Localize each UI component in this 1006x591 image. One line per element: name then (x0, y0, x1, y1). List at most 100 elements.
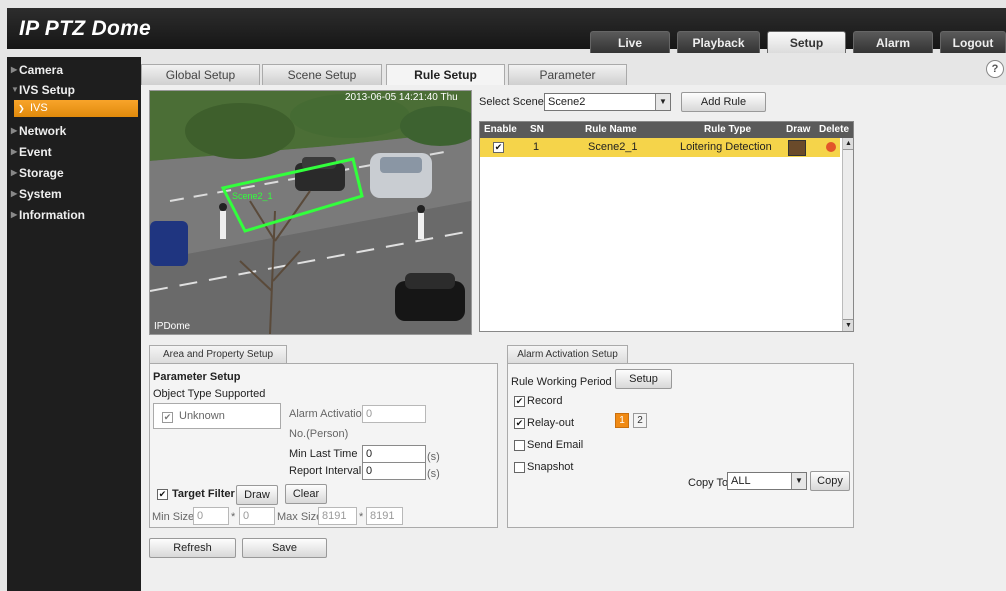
app-title: IP PTZ Dome (19, 17, 152, 40)
col-rule-type: Rule Type (704, 124, 752, 135)
sidebar-item-label: Storage (19, 166, 64, 180)
caret-right-icon: ▶ (11, 210, 18, 219)
save-button[interactable]: Save (242, 538, 327, 558)
max-size-height-input[interactable]: 8191 (366, 507, 403, 525)
max-size-width-input[interactable]: 8191 (318, 507, 357, 525)
camera-scene-image (150, 91, 471, 334)
parameter-setup-title: Parameter Setup (153, 371, 241, 383)
rules-table-header: Enable SN Rule Name Rule Type Draw Delet… (480, 122, 853, 138)
table-scrollbar[interactable]: ▲ ▼ (842, 138, 853, 331)
sidebar-item-ivs-setup[interactable]: ▼ IVS Setup (7, 80, 141, 100)
send-email-checkbox[interactable] (514, 440, 525, 451)
object-unknown-checkbox[interactable]: ✔ (162, 412, 173, 423)
sidebar-item-label: Camera (19, 63, 64, 77)
object-type-label: Object Type Supported (153, 388, 266, 400)
rule-working-period-label: Rule Working Period (511, 376, 612, 388)
sidebar-item-label: IVS (30, 102, 48, 114)
nav-logout[interactable]: Logout (940, 31, 1006, 53)
sidebar-item-label: Event (19, 145, 52, 159)
add-rule-button[interactable]: Add Rule (681, 92, 766, 112)
sidebar-item-ivs[interactable]: ❯ IVS (14, 100, 138, 117)
caret-right-icon: ▶ (11, 147, 18, 156)
area-setup-tab[interactable]: Area and Property Setup (149, 345, 287, 363)
scroll-down-icon[interactable]: ▼ (843, 319, 853, 331)
target-filter-checkbox[interactable]: ✔ (157, 489, 168, 500)
min-size-label: Min Size (152, 511, 195, 523)
chevron-right-icon: ❯ (18, 104, 25, 113)
table-row[interactable]: ✔ 1 Scene2_1 Loitering Detection (480, 138, 840, 157)
copy-to-label: Copy To (688, 477, 729, 489)
caret-down-icon: ▼ (11, 85, 19, 94)
clear-button[interactable]: Clear (285, 484, 327, 504)
sidebar-item-system[interactable]: ▶ System (7, 184, 141, 204)
delete-icon[interactable] (826, 142, 836, 152)
tab-scene-setup[interactable]: Scene Setup (262, 64, 382, 85)
copy-button[interactable]: Copy (810, 471, 850, 491)
min-last-time-unit: (s) (427, 451, 440, 463)
nav-alarm[interactable]: Alarm (853, 31, 933, 53)
max-size-separator: * (359, 511, 364, 523)
sidebar-item-information[interactable]: ▶ Information (7, 205, 141, 225)
nav-setup[interactable]: Setup (767, 31, 846, 53)
record-label: Record (527, 395, 563, 407)
rules-table: Enable SN Rule Name Rule Type Draw Delet… (479, 121, 854, 332)
sidebar-item-network[interactable]: ▶ Network (7, 121, 141, 141)
rule-enable-checkbox[interactable]: ✔ (493, 142, 504, 153)
refresh-button[interactable]: Refresh (149, 538, 236, 558)
col-draw: Draw (786, 124, 811, 135)
sidebar-item-storage[interactable]: ▶ Storage (7, 163, 141, 183)
alarm-setup-tab[interactable]: Alarm Activation Setup (507, 345, 628, 363)
osd-timestamp: 2013-06-05 14:21:40 Thu (345, 92, 458, 103)
caret-right-icon: ▶ (11, 65, 18, 74)
alarm-activation-input[interactable]: 0 (362, 405, 426, 423)
tab-rule-setup[interactable]: Rule Setup (386, 64, 505, 86)
object-type-list: ✔ Unknown (153, 403, 281, 429)
relay-channel-2[interactable]: 2 (633, 413, 647, 428)
report-interval-label: Report Interval (289, 465, 362, 477)
video-preview[interactable]: 2013-06-05 14:21:40 Thu IPDome Scene2_1 (149, 90, 472, 335)
tab-parameter[interactable]: Parameter (508, 64, 627, 85)
report-interval-input[interactable]: 0 (362, 462, 426, 480)
nav-playback[interactable]: Playback (677, 31, 760, 53)
col-enable: Enable (484, 124, 517, 135)
working-period-setup-button[interactable]: Setup (615, 369, 672, 389)
tab-global-setup[interactable]: Global Setup (141, 64, 260, 85)
help-icon[interactable]: ? (986, 60, 1004, 78)
record-checkbox[interactable]: ✔ (514, 396, 525, 407)
sidebar-item-event[interactable]: ▶ Event (7, 142, 141, 162)
snapshot-label: Snapshot (527, 461, 574, 473)
min-size-separator: * (231, 511, 236, 523)
caret-right-icon: ▶ (11, 189, 18, 198)
max-size-label: Max Size (277, 511, 323, 523)
col-rule-name: Rule Name (585, 124, 637, 135)
copy-to-select[interactable]: ALL ▼ (727, 472, 807, 490)
sidebar-item-label: IVS Setup (19, 83, 76, 97)
min-size-width-input[interactable]: 0 (193, 507, 229, 525)
rule-type: Loitering Detection (680, 141, 772, 153)
draw-icon[interactable] (788, 140, 806, 156)
min-last-time-input[interactable]: 0 (362, 445, 426, 463)
sidebar-item-label: Information (19, 208, 85, 222)
relay-channel-1[interactable]: 1 (615, 413, 629, 428)
scene-select[interactable]: Scene2 ▼ (544, 93, 671, 111)
osd-rule-label: Scene2_1 (232, 191, 273, 201)
alarm-activation-label: Alarm Activation (289, 408, 368, 420)
caret-right-icon: ▶ (11, 168, 18, 177)
min-size-height-input[interactable]: 0 (239, 507, 275, 525)
copy-to-value: ALL (731, 475, 751, 487)
draw-button[interactable]: Draw (236, 485, 278, 505)
snapshot-checkbox[interactable] (514, 462, 525, 473)
nav-live[interactable]: Live (590, 31, 670, 53)
scene-select-value: Scene2 (548, 96, 586, 108)
relay-out-checkbox[interactable]: ✔ (514, 418, 525, 429)
scroll-up-icon[interactable]: ▲ (843, 138, 853, 150)
no-person-label: No.(Person) (289, 428, 349, 440)
col-delete: Delete (819, 124, 850, 135)
col-sn: SN (530, 124, 544, 135)
select-scene-label: Select Scene (479, 96, 544, 108)
dropdown-arrow-icon: ▼ (791, 473, 806, 489)
sidebar-item-camera[interactable]: ▶ Camera (7, 60, 141, 80)
object-unknown-label: Unknown (179, 410, 225, 422)
osd-camera-name: IPDome (154, 321, 191, 332)
rule-sn: 1 (533, 141, 540, 153)
